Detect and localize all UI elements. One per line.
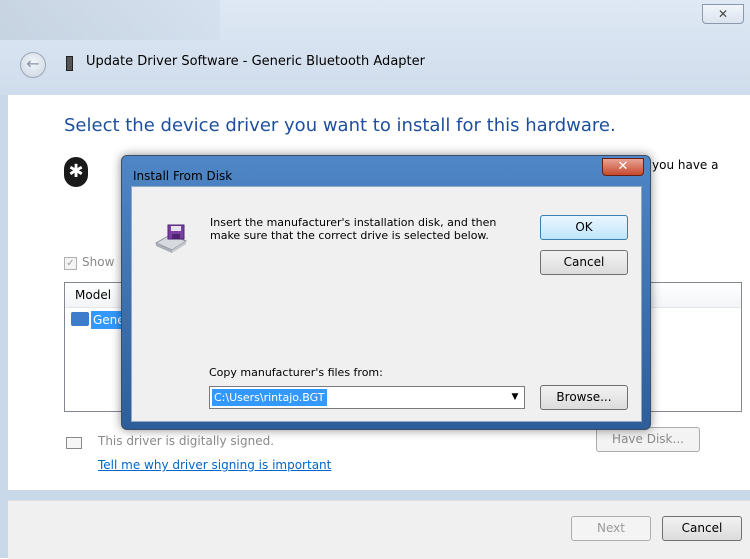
copy-from-combobox[interactable]: C:\Users\rintajo.BGT ▼ [209,386,525,409]
arrow-left-icon: ← [26,54,40,73]
window-title: Update Driver Software - Generic Bluetoo… [86,54,425,69]
background-blur [0,0,220,40]
dialog-body: Insert the manufacturer's installation d… [131,186,642,422]
title-bar: ✕ ← Update Driver Software - Generic Blu… [0,0,750,95]
driver-signing-link[interactable]: Tell me why driver signing is important [98,458,331,472]
ok-button[interactable]: OK [540,215,628,240]
have-disk-button[interactable]: Have Disk... [596,427,700,452]
install-from-disk-dialog: Install From Disk ✕ Insert the manufactu… [121,155,651,430]
chevron-down-icon[interactable]: ▼ [506,387,524,408]
dialog-title: Install From Disk [133,169,233,183]
floppy-disk-icon [154,224,188,253]
window-close-button[interactable]: ✕ [702,4,744,24]
back-button[interactable]: ← [20,52,46,78]
dialog-close-button[interactable]: ✕ [602,158,644,176]
driver-icon [71,312,89,326]
wizard-footer: Next Cancel [8,500,750,559]
intro-text: you have a [652,158,719,172]
cancel-button[interactable]: Cancel [662,516,742,541]
show-compatible-label: Show [82,255,115,269]
bluetooth-icon: ✱ [64,157,88,187]
dialog-message-line-2: make sure that the correct drive is sele… [210,229,489,242]
device-icon [66,56,73,71]
browse-button[interactable]: Browse... [540,385,628,410]
page-heading: Select the device driver you want to ins… [64,115,616,136]
show-compatible-checkbox[interactable]: ✓ [64,257,77,270]
next-button[interactable]: Next [571,516,651,541]
dialog-cancel-button[interactable]: Cancel [540,250,628,275]
certificate-icon [66,437,82,449]
dialog-message: Insert the manufacturer's installation d… [210,216,496,242]
dialog-message-line-1: Insert the manufacturer's installation d… [210,216,497,229]
copy-from-value[interactable]: C:\Users\rintajo.BGT [212,389,327,406]
signing-status: This driver is digitally signed. [98,434,275,448]
model-column-label: Model [75,288,112,302]
copy-from-label: Copy manufacturer's files from: [209,366,383,379]
